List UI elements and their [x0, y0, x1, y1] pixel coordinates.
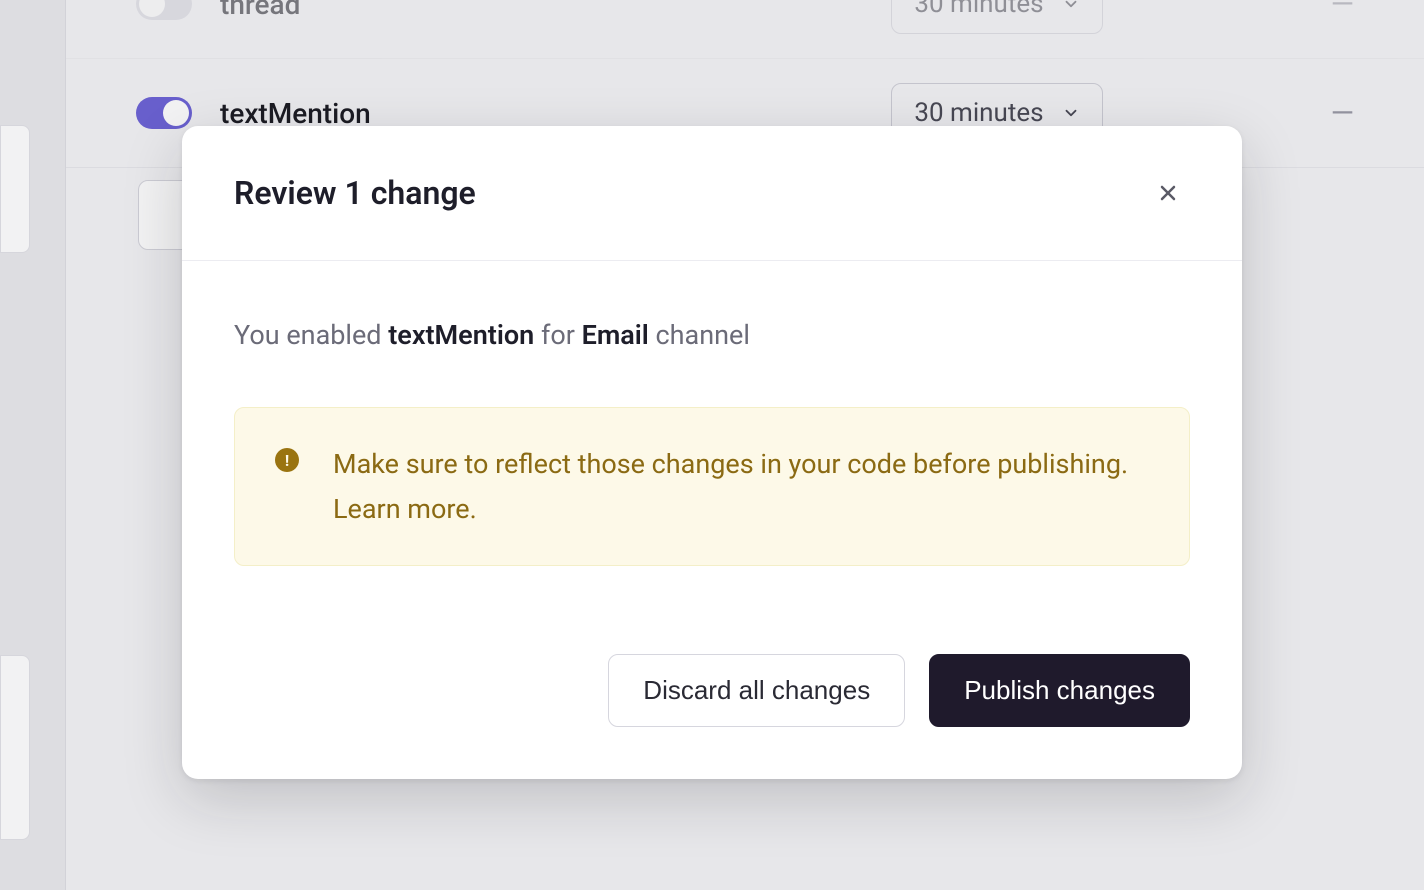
warning-text: Make sure to reflect those changes in yo…	[333, 442, 1149, 531]
review-changes-modal: Review 1 change You enabled textMention …	[182, 126, 1242, 779]
modal-header: Review 1 change	[182, 126, 1242, 261]
close-button[interactable]	[1150, 175, 1186, 211]
modal-title: Review 1 change	[234, 174, 476, 212]
discard-button[interactable]: Discard all changes	[608, 654, 905, 727]
warning-icon: !	[275, 448, 299, 472]
publish-button[interactable]: Publish changes	[929, 654, 1190, 727]
warning-callout: ! Make sure to reflect those changes in …	[234, 407, 1190, 566]
modal-footer: Discard all changes Publish changes	[182, 614, 1242, 779]
modal-overlay: Review 1 change You enabled textMention …	[0, 0, 1424, 890]
modal-body: You enabled textMention for Email channe…	[182, 261, 1242, 614]
close-icon	[1156, 181, 1180, 205]
change-summary: You enabled textMention for Email channe…	[234, 319, 1190, 351]
